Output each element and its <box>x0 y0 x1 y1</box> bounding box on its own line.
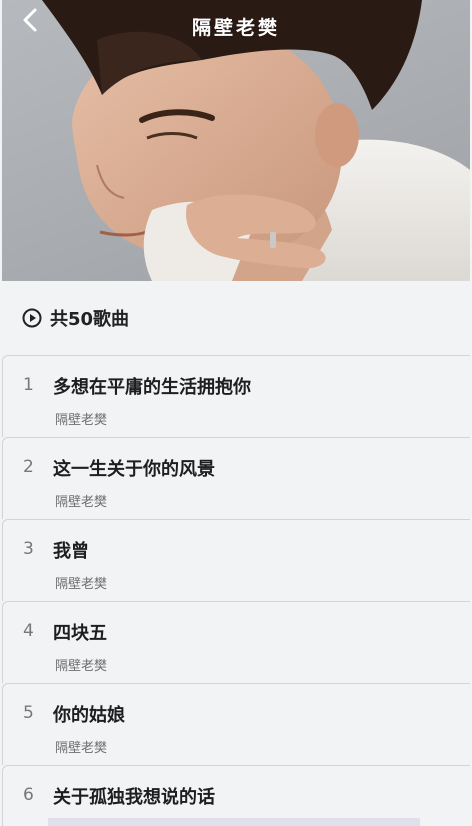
song-title: 我曾 <box>53 541 89 562</box>
song-item[interactable]: 2 这一生关于你的风景 隔壁老樊 <box>2 437 470 519</box>
song-title: 这一生关于你的风景 <box>53 459 215 480</box>
play-circle-icon <box>22 308 42 328</box>
song-item[interactable]: 1 多想在平庸的生活拥抱你 隔壁老樊 <box>2 355 470 437</box>
song-index: 3 <box>23 539 34 559</box>
song-index: 1 <box>23 375 34 395</box>
song-index: 4 <box>23 621 34 641</box>
song-index: 5 <box>23 703 34 723</box>
play-all-bar[interactable]: 共50歌曲 <box>2 281 470 355</box>
song-index: 2 <box>23 457 34 477</box>
artist-photo-illustration <box>42 0 470 281</box>
song-item[interactable]: 6 关于孤独我想说的话 <box>2 765 470 826</box>
bottom-player-bar[interactable] <box>48 818 420 826</box>
song-item[interactable]: 5 你的姑娘 隔壁老樊 <box>2 683 470 765</box>
song-index: 6 <box>23 785 34 805</box>
song-title: 四块五 <box>53 623 107 644</box>
song-artist: 隔壁老樊 <box>55 495 108 510</box>
page-title: 隔壁老樊 <box>191 17 280 39</box>
song-count: 共50歌曲 <box>50 309 130 330</box>
song-title: 多想在平庸的生活拥抱你 <box>53 377 251 398</box>
song-item[interactable]: 3 我曾 隔壁老樊 <box>2 519 470 601</box>
song-artist: 隔壁老樊 <box>55 741 108 756</box>
song-list: 1 多想在平庸的生活拥抱你 隔壁老樊 2 这一生关于你的风景 隔壁老樊 3 我曾… <box>2 355 470 826</box>
artist-cover-image <box>2 0 470 281</box>
song-title: 关于孤独我想说的话 <box>53 787 215 808</box>
song-artist: 隔壁老樊 <box>55 577 108 592</box>
song-item[interactable]: 4 四块五 隔壁老樊 <box>2 601 470 683</box>
song-title: 你的姑娘 <box>53 705 125 726</box>
song-artist: 隔壁老樊 <box>55 413 108 428</box>
song-artist: 隔壁老樊 <box>55 659 108 674</box>
artist-page: 隔壁老樊 共50歌曲 1 多想在平庸的生活拥抱你 隔壁老樊 2 这一生关于你的风… <box>0 0 472 826</box>
